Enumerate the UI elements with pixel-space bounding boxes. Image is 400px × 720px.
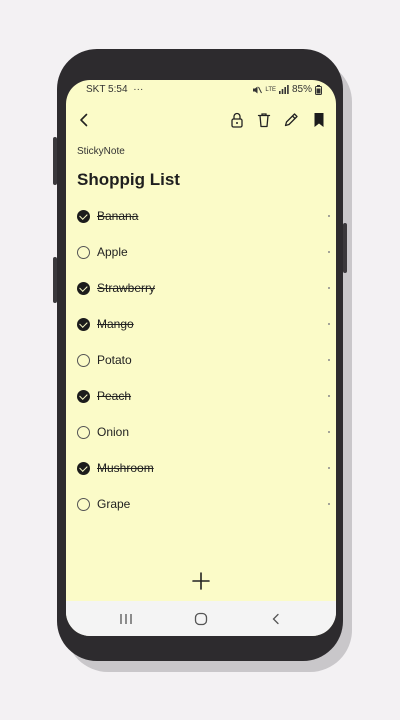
checklist-item[interactable]: Grape [66, 487, 336, 523]
checked-circle-icon[interactable] [77, 282, 90, 295]
drag-handle-icon[interactable] [328, 503, 330, 505]
checklist-item-label[interactable]: Strawberry [97, 281, 155, 295]
screen: SKT 5:54 ··· LTE 85% StickyNote Shoppig … [66, 80, 336, 636]
checked-circle-icon[interactable] [77, 462, 90, 475]
checklist-item-label[interactable]: Onion [97, 425, 129, 439]
checklist-item[interactable]: Apple [66, 235, 336, 271]
drag-handle-icon[interactable] [328, 467, 330, 469]
chevron-left-icon[interactable] [74, 108, 94, 132]
plus-icon[interactable] [190, 570, 212, 592]
mute-icon [252, 85, 263, 95]
note-toolbar [66, 106, 336, 134]
status-bar: SKT 5:54 ··· LTE 85% [66, 80, 336, 100]
checked-circle-icon[interactable] [77, 390, 90, 403]
checklist-item-label[interactable]: Potato [97, 353, 132, 367]
drag-handle-icon[interactable] [328, 323, 330, 325]
checklist-item[interactable]: Strawberry [66, 271, 336, 307]
status-right: LTE 85% [252, 84, 322, 95]
status-left: SKT 5:54 ··· [86, 84, 143, 95]
pencil-icon[interactable] [280, 108, 302, 132]
trash-icon[interactable] [253, 108, 275, 132]
battery-percent: 85% [291, 84, 312, 95]
lock-icon[interactable] [226, 108, 248, 132]
checked-circle-icon[interactable] [77, 210, 90, 223]
drag-handle-icon[interactable] [328, 431, 330, 433]
checklist-item[interactable]: Peach [66, 379, 336, 415]
navigation-bar [66, 601, 336, 636]
app-name: StickyNote [77, 146, 125, 157]
unchecked-circle-icon[interactable] [77, 354, 90, 367]
recents-icon[interactable] [117, 610, 135, 628]
unchecked-circle-icon[interactable] [77, 426, 90, 439]
checklist-item-label[interactable]: Mushroom [97, 461, 154, 475]
network-type: LTE [265, 86, 276, 93]
unchecked-circle-icon[interactable] [77, 246, 90, 259]
bookmark-icon[interactable] [308, 108, 330, 132]
volume-button [53, 137, 57, 185]
checklist: Banana Apple Strawberry Mango Potato Peach Oni… [66, 199, 336, 523]
checklist-item-label[interactable]: Grape [97, 497, 130, 511]
signal-icon [278, 85, 289, 94]
checklist-item[interactable]: Mushroom [66, 451, 336, 487]
checklist-item-label[interactable]: Peach [97, 389, 131, 403]
back-icon[interactable] [267, 610, 285, 628]
drag-handle-icon[interactable] [328, 287, 330, 289]
checklist-item[interactable]: Potato [66, 343, 336, 379]
more-notifications: ··· [133, 84, 144, 95]
drag-handle-icon[interactable] [328, 395, 330, 397]
power-button [343, 223, 347, 273]
checklist-item-label[interactable]: Apple [97, 245, 128, 259]
checklist-item[interactable]: Mango [66, 307, 336, 343]
drag-handle-icon[interactable] [328, 359, 330, 361]
battery-icon [315, 84, 322, 95]
carrier-time: SKT 5:54 [86, 84, 128, 95]
bixby-button [53, 257, 57, 303]
home-icon[interactable] [192, 610, 210, 628]
checklist-item-label[interactable]: Mango [97, 317, 134, 331]
note-title[interactable]: Shoppig List [77, 170, 180, 190]
drag-handle-icon[interactable] [328, 215, 330, 217]
checklist-item-label[interactable]: Banana [97, 209, 138, 223]
checked-circle-icon[interactable] [77, 318, 90, 331]
checklist-item[interactable]: Banana [66, 199, 336, 235]
drag-handle-icon[interactable] [328, 251, 330, 253]
unchecked-circle-icon[interactable] [77, 498, 90, 511]
checklist-item[interactable]: Onion [66, 415, 336, 451]
